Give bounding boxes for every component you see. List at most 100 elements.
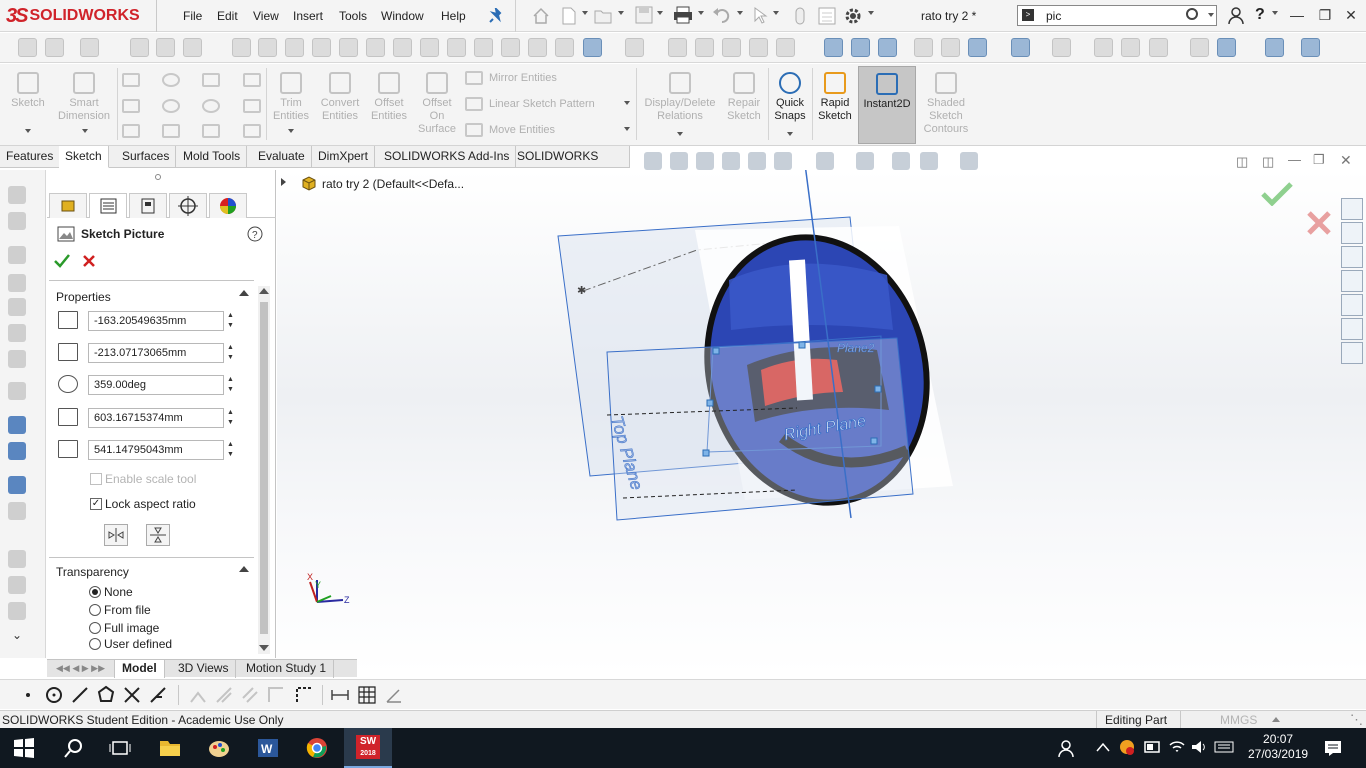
search-input[interactable]: > pic (1017, 5, 1217, 26)
tool-icon[interactable] (749, 38, 768, 57)
windows-start-icon[interactable] (12, 736, 36, 760)
dynamic-annotation-icon[interactable] (748, 152, 766, 170)
mirror-entities-button[interactable]: Mirror Entities (489, 72, 557, 84)
rebuild-icon[interactable] (793, 7, 807, 25)
height-field[interactable]: 541.14795043mm (88, 440, 224, 460)
move-entities-button[interactable]: Move Entities (489, 124, 555, 136)
tool-icon[interactable] (130, 38, 149, 57)
chevron-down-icon[interactable] (1272, 11, 1278, 15)
collapse-chevron-icon[interactable] (239, 290, 249, 296)
smart-dimension-button[interactable]: Smart Dimension (54, 64, 114, 146)
tool-icon[interactable] (8, 298, 26, 316)
appearances-icon[interactable] (1341, 294, 1363, 316)
width-spinner[interactable]: ▲ ▼ (227, 408, 236, 428)
tool-icon[interactable] (8, 502, 26, 520)
resources-icon[interactable] (1341, 222, 1363, 244)
angle-tool-icon[interactable] (384, 685, 404, 705)
angle-spinner[interactable]: ▲ ▼ (227, 375, 236, 395)
action-center-icon[interactable] (1323, 738, 1343, 758)
tool-icon[interactable] (583, 38, 602, 57)
properties-section-header[interactable]: Properties (56, 290, 111, 304)
tool-icon[interactable] (393, 38, 412, 57)
monitor-icon[interactable] (1149, 38, 1168, 57)
flip-horizontal-button[interactable] (104, 524, 128, 546)
grid-tool-icon[interactable] (357, 685, 377, 705)
instant2d-button[interactable]: Instant2D (858, 66, 916, 144)
volume-icon[interactable] (1190, 738, 1208, 756)
rapid-sketch-button[interactable]: Rapid Sketch (813, 64, 857, 146)
tool-icon[interactable] (8, 382, 26, 400)
scrollbar-thumb[interactable] (260, 302, 268, 634)
chevron-down-icon[interactable] (1208, 13, 1214, 17)
circle-tool-icon[interactable] (44, 685, 64, 705)
move-icon[interactable] (1217, 38, 1236, 57)
view-orientation-icon[interactable] (1011, 38, 1030, 57)
tool-icon[interactable] (18, 38, 37, 57)
chevron-down-icon[interactable] (737, 11, 743, 15)
resize-handle[interactable] (870, 437, 878, 445)
search-icon[interactable] (62, 736, 86, 760)
tool-icon[interactable] (474, 38, 493, 57)
tab-surfaces[interactable]: Surfaces (116, 146, 177, 168)
polygon-icon[interactable] (162, 124, 180, 138)
tool-icon[interactable] (941, 38, 960, 57)
solidworks-logo[interactable]: 3S SOLIDWORKS (6, 4, 140, 28)
tool-icon[interactable] (8, 576, 26, 594)
tool-icon[interactable] (8, 442, 26, 460)
people-icon[interactable] (1058, 738, 1078, 758)
view-settings-icon[interactable] (960, 152, 978, 170)
chamfer-tool-icon[interactable] (214, 685, 234, 705)
print-icon[interactable] (673, 6, 693, 24)
chevron-down-icon[interactable] (582, 11, 588, 15)
task-view-icon[interactable] (108, 736, 132, 760)
viewport-minimize-button[interactable]: — (1288, 152, 1301, 167)
tool-icon[interactable] (8, 324, 26, 342)
graphics-area[interactable]: rato try 2 (Default<<Defa... ✱ Top Plane… (277, 170, 1366, 674)
menu-file[interactable]: File (183, 9, 202, 23)
resize-handle[interactable] (798, 341, 806, 349)
tool-icon[interactable] (528, 38, 547, 57)
scroll-down-icon[interactable] (259, 645, 269, 651)
user-icon[interactable] (1228, 6, 1244, 26)
menu-insert[interactable]: Insert (293, 9, 323, 23)
display-style-icon[interactable] (1052, 38, 1071, 57)
help-icon[interactable]: ? (1255, 6, 1265, 24)
tool-icon[interactable] (366, 38, 385, 57)
rectangle-icon[interactable] (122, 99, 140, 113)
word-app-icon[interactable]: W (256, 736, 280, 760)
plane-icon[interactable] (243, 124, 261, 138)
confirm-checkmark-icon[interactable] (1261, 182, 1293, 206)
view-orientation-icon[interactable] (774, 152, 792, 170)
file-properties-icon[interactable] (818, 7, 836, 25)
width-field[interactable]: 603.16715374mm (88, 408, 224, 428)
tab-scroll-arrows[interactable]: ◀◀ ◀ ▶ ▶▶ (49, 660, 115, 678)
close-button[interactable]: ✕ (1340, 5, 1362, 25)
units-selector[interactable]: MMGS (1220, 713, 1257, 727)
fillet-icon[interactable] (202, 124, 220, 138)
home-icon[interactable] (1341, 198, 1363, 220)
tab-model[interactable]: Model (115, 660, 165, 678)
chevron-down-icon[interactable] (618, 11, 624, 15)
repair-sketch-button[interactable]: Repair Sketch (722, 64, 766, 146)
enable-scale-tool-checkbox[interactable] (90, 473, 102, 485)
tool-icon[interactable] (1121, 38, 1140, 57)
x-position-spinner[interactable]: ▲ ▼ (227, 311, 236, 331)
offset-tool-icon[interactable] (240, 685, 260, 705)
tool-icon[interactable] (501, 38, 520, 57)
save-icon[interactable] (635, 6, 653, 24)
chevron-down-icon[interactable] (698, 11, 704, 15)
transparency-full-image-radio[interactable] (89, 622, 101, 634)
keyboard-icon[interactable] (1214, 738, 1234, 756)
chevron-down-icon[interactable] (624, 101, 630, 105)
antivirus-icon[interactable] (1118, 738, 1136, 756)
linear-pattern-icon[interactable] (465, 97, 483, 111)
zoom-area-icon[interactable] (851, 38, 870, 57)
tool-icon[interactable] (8, 602, 26, 620)
circle-icon[interactable] (162, 73, 180, 87)
tool-icon[interactable] (914, 38, 933, 57)
tab-mold-tools[interactable]: Mold Tools (177, 146, 248, 168)
section-view-icon[interactable] (968, 38, 987, 57)
undo-icon[interactable] (712, 7, 732, 23)
menu-view[interactable]: View (253, 9, 279, 23)
menu-edit[interactable]: Edit (217, 9, 238, 23)
